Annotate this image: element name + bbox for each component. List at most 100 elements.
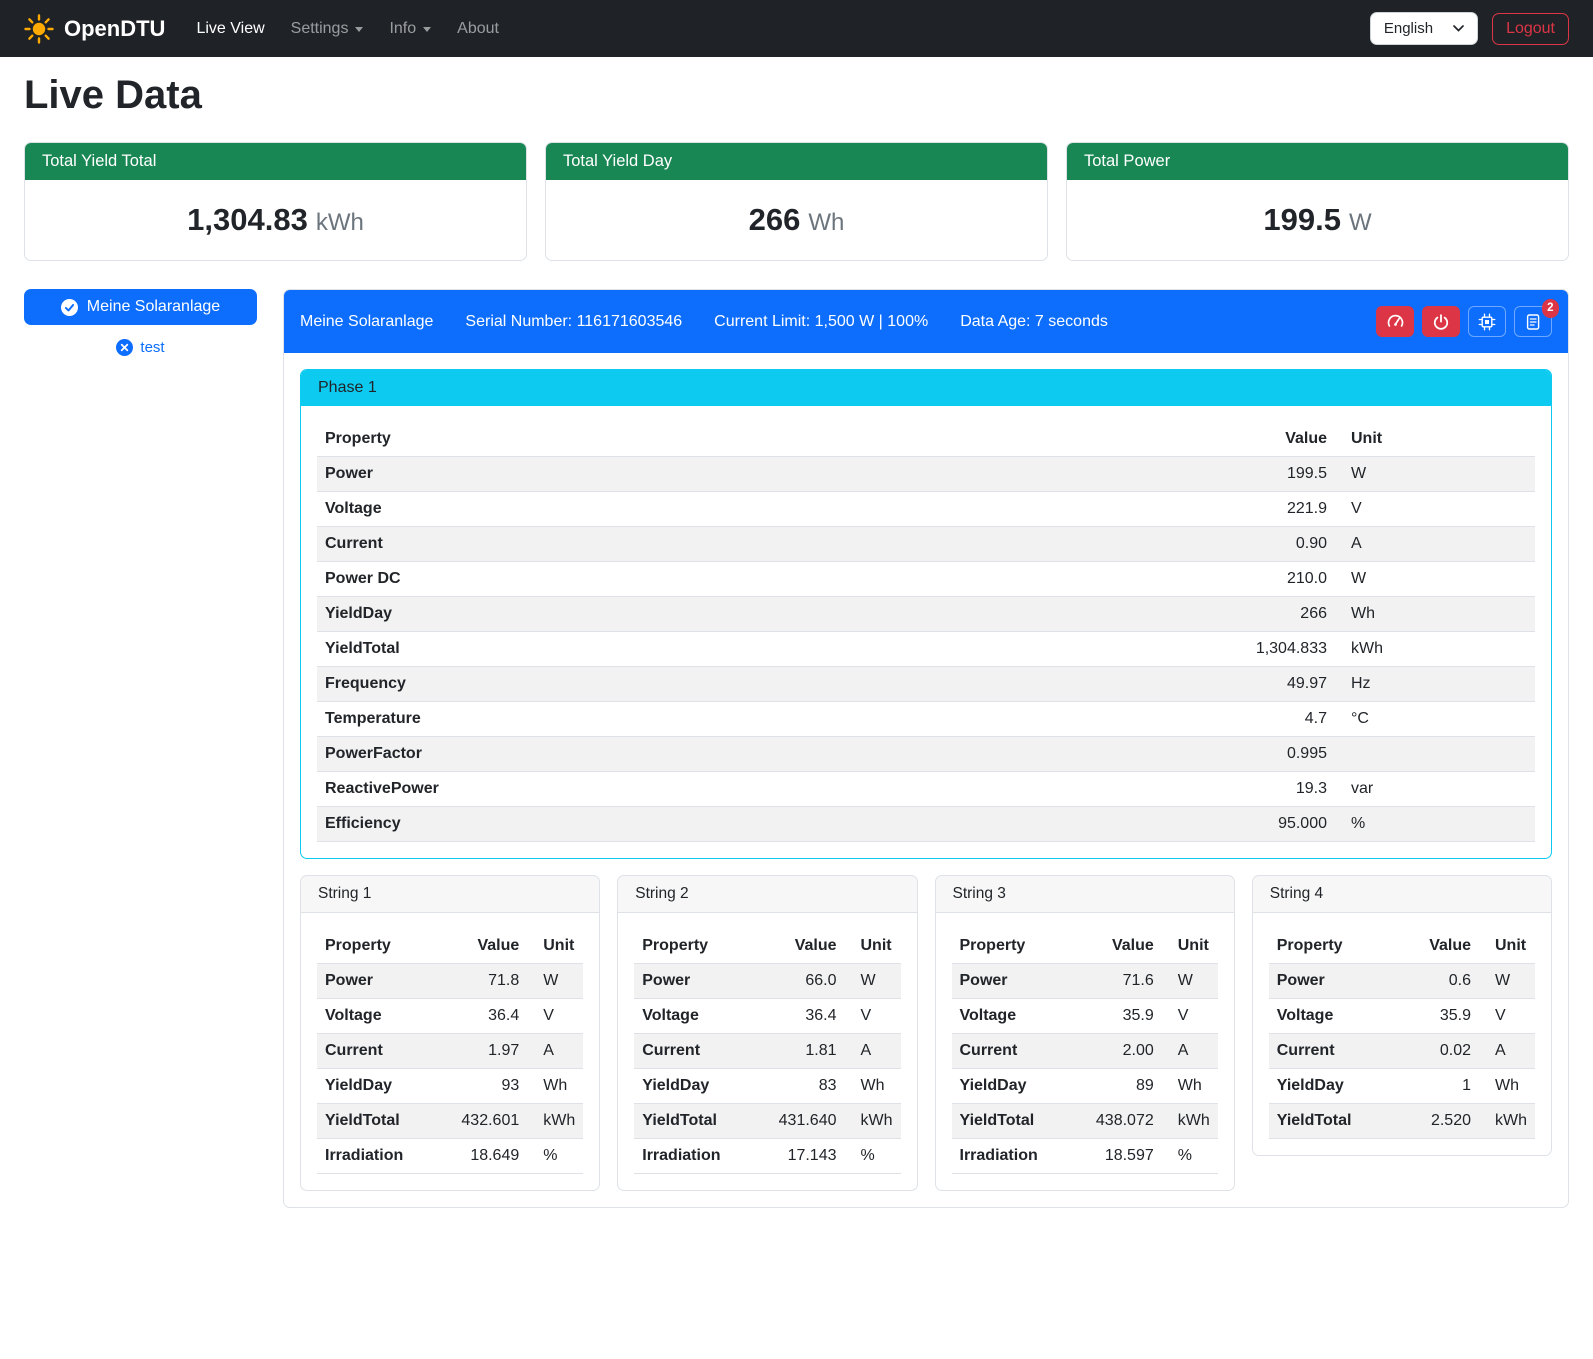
value-cell: 83 <box>761 1069 845 1104</box>
unit-cell: kWh <box>1162 1104 1218 1139</box>
table-row: Power DC210.0W <box>317 562 1535 597</box>
language-select[interactable]: English <box>1370 12 1478 45</box>
value-cell: 35.9 <box>1078 999 1162 1034</box>
table-row: Power0.6W <box>1269 964 1535 999</box>
limit-settings-button[interactable] <box>1376 306 1414 337</box>
journal-list-icon <box>1524 313 1542 331</box>
property-cell: YieldTotal <box>317 632 1190 667</box>
table-row: YieldTotal432.601kWh <box>317 1104 583 1139</box>
event-log-button[interactable]: 2 <box>1514 306 1552 337</box>
check-circle-icon <box>61 299 78 316</box>
unit-cell: var <box>1335 772 1535 807</box>
table-row: Voltage221.9V <box>317 492 1535 527</box>
nav-link-label: About <box>457 20 499 38</box>
string-table-head: Property Value Unit <box>1269 929 1535 964</box>
summary-cards: Total Yield Total 1,304.83kWh Total Yiel… <box>24 142 1569 261</box>
nav-link-label: Info <box>389 20 416 38</box>
value-cell: 0.90 <box>1190 527 1335 562</box>
string-body: Property Value Unit Power66.0WVoltage36.… <box>618 913 916 1190</box>
summary-unit: Wh <box>808 209 844 236</box>
summary-value: 199.5 <box>1263 202 1341 237</box>
value-cell: 2.520 <box>1395 1104 1479 1139</box>
unit-cell: kWh <box>1335 632 1535 667</box>
unit-cell: A <box>1479 1034 1535 1069</box>
inverter-panel-body: Phase 1 Property Value Unit Power199.5WV… <box>284 353 1568 1207</box>
chevron-down-icon <box>423 27 431 32</box>
unit-cell: W <box>527 964 583 999</box>
nav-link-settings[interactable]: Settings <box>278 12 377 46</box>
property-cell: Irradiation <box>317 1139 443 1174</box>
property-cell: ReactivePower <box>317 772 1190 807</box>
unit-cell: W <box>1479 964 1535 999</box>
table-row: YieldDay1Wh <box>1269 1069 1535 1104</box>
property-cell: YieldTotal <box>317 1104 443 1139</box>
value-cell: 266 <box>1190 597 1335 632</box>
navbar-right: English Logout <box>1370 12 1569 45</box>
unit-cell: A <box>1162 1034 1218 1069</box>
table-row: YieldDay266Wh <box>317 597 1535 632</box>
value-cell: 221.9 <box>1190 492 1335 527</box>
cpu-chip-icon <box>1478 313 1496 331</box>
value-cell: 0.02 <box>1395 1034 1479 1069</box>
unit-cell: Wh <box>1335 597 1535 632</box>
power-button[interactable] <box>1422 306 1460 337</box>
value-cell: 1 <box>1395 1069 1479 1104</box>
table-row: YieldDay83Wh <box>634 1069 900 1104</box>
unit-cell: % <box>1162 1139 1218 1174</box>
phase-table: Property Value Unit Power199.5WVoltage22… <box>317 422 1535 842</box>
property-cell: Current <box>634 1034 760 1069</box>
property-cell: Power <box>317 964 443 999</box>
sidebar-item-inverter[interactable]: Meine Solaranlage <box>24 289 257 325</box>
chevron-down-icon <box>355 27 363 32</box>
logout-button[interactable]: Logout <box>1492 13 1569 45</box>
table-row: Power71.6W <box>952 964 1218 999</box>
phase-table-body: Power199.5WVoltage221.9VCurrent0.90APowe… <box>317 457 1535 842</box>
property-cell: Power <box>1269 964 1395 999</box>
nav-link-about[interactable]: About <box>444 12 512 46</box>
string-table-head: Property Value Unit <box>952 929 1218 964</box>
property-cell: Current <box>952 1034 1078 1069</box>
string-table: Property Value Unit Power71.8WVoltage36.… <box>317 929 583 1174</box>
value-cell: 1.81 <box>761 1034 845 1069</box>
table-header-row: Property Value Unit <box>952 929 1218 964</box>
table-row: Frequency49.97Hz <box>317 667 1535 702</box>
unit-cell: A <box>1335 527 1535 562</box>
table-row: Power199.5W <box>317 457 1535 492</box>
property-cell: YieldTotal <box>1269 1104 1395 1139</box>
table-row: Voltage36.4V <box>634 999 900 1034</box>
unit-cell: °C <box>1335 702 1535 737</box>
sidebar-inverter-label: Meine Solaranlage <box>87 298 220 316</box>
value-cell: 0.995 <box>1190 737 1335 772</box>
nav-link-live-view[interactable]: Live View <box>183 12 277 46</box>
property-cell: Temperature <box>317 702 1190 737</box>
value-cell: 1.97 <box>443 1034 527 1069</box>
nav-link-info[interactable]: Info <box>376 12 444 46</box>
string-table: Property Value Unit Power66.0WVoltage36.… <box>634 929 900 1174</box>
brand[interactable]: OpenDTU <box>24 14 165 44</box>
string-title: String 4 <box>1253 876 1551 913</box>
value-header: Value <box>1078 929 1162 964</box>
event-count-badge: 2 <box>1542 299 1559 318</box>
property-header: Property <box>952 929 1078 964</box>
device-info-button[interactable] <box>1468 306 1506 337</box>
string-table-head: Property Value Unit <box>317 929 583 964</box>
table-row: Current0.90A <box>317 527 1535 562</box>
table-row: YieldDay89Wh <box>952 1069 1218 1104</box>
property-cell: Voltage <box>317 492 1190 527</box>
unit-cell: V <box>1162 999 1218 1034</box>
unit-cell: Wh <box>1162 1069 1218 1104</box>
table-row: YieldDay93Wh <box>317 1069 583 1104</box>
table-header-row: Property Value Unit <box>317 929 583 964</box>
unit-cell: % <box>1335 807 1535 842</box>
property-cell: Power DC <box>317 562 1190 597</box>
value-cell: 2.00 <box>1078 1034 1162 1069</box>
unit-cell: % <box>527 1139 583 1174</box>
value-cell: 66.0 <box>761 964 845 999</box>
nav-link-label: Settings <box>291 20 349 38</box>
unit-cell: Hz <box>1335 667 1535 702</box>
summary-card-body: 1,304.83kWh <box>25 180 526 260</box>
property-cell: Current <box>317 1034 443 1069</box>
property-cell: Current <box>1269 1034 1395 1069</box>
string-card-3: String 3 Property Value Unit <box>935 875 1235 1191</box>
sidebar-item-test[interactable]: test <box>24 339 257 356</box>
